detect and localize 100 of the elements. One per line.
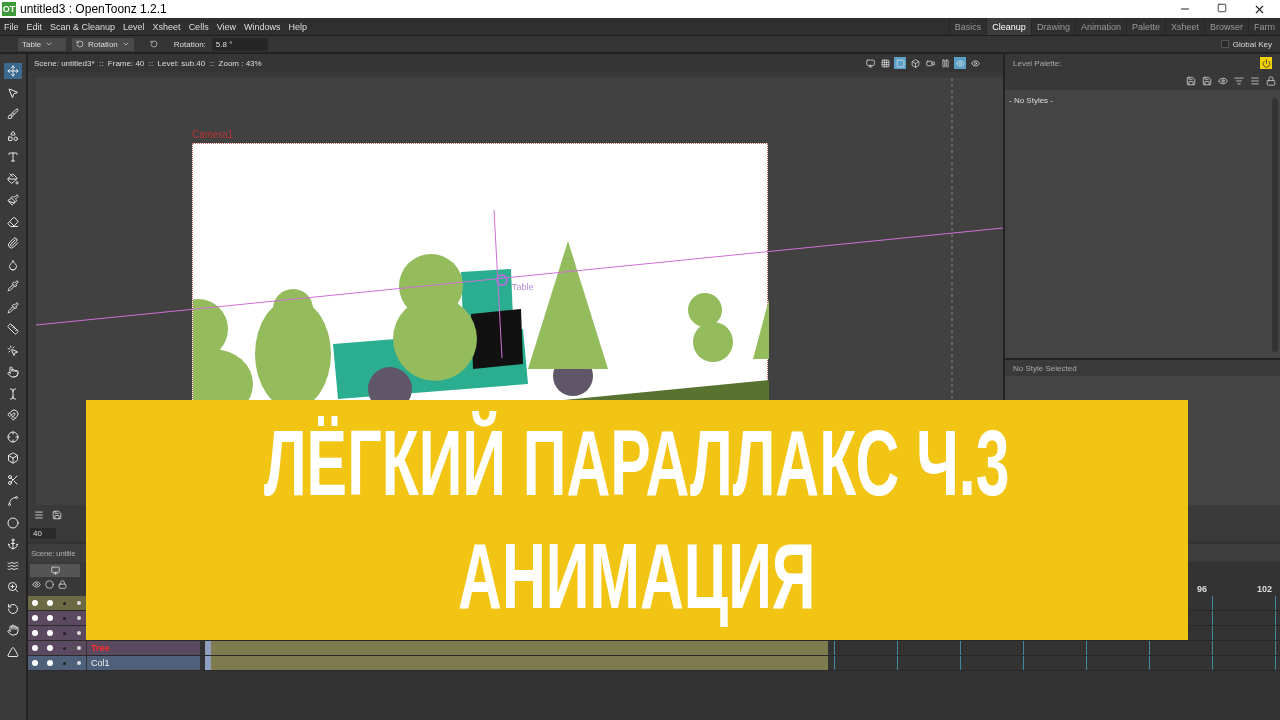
room-tab[interactable]: Palette: [1125, 18, 1165, 35]
menu-item[interactable]: Scan & Cleanup: [46, 21, 120, 32]
banner-title: ЛЁГКИЙ ПАРАЛЛАКС Ч.3: [264, 410, 1010, 516]
frame-field[interactable]: 40: [30, 527, 56, 539]
box-icon: [7, 452, 19, 464]
layer-name: Col1: [90, 658, 110, 668]
menu-item[interactable]: Edit: [22, 21, 47, 32]
viewer-button[interactable]: [879, 57, 891, 69]
global-key-label: Global Key: [1232, 39, 1272, 49]
power-button[interactable]: [1260, 57, 1272, 69]
caret-icon: [45, 40, 54, 48]
brush-icon: [7, 108, 19, 120]
tool-button[interactable]: [4, 428, 22, 445]
rotation-label: Rotation:: [173, 39, 206, 49]
eraser-icon: [7, 215, 19, 228]
anchor-icon: [7, 538, 19, 550]
layer-name: Tree: [90, 643, 110, 653]
menu-icon[interactable]: [1250, 76, 1260, 86]
room-tab[interactable]: Cleanup: [986, 18, 1031, 35]
viewer-button[interactable]: [969, 57, 981, 69]
menu-item[interactable]: Xsheet: [148, 21, 185, 32]
tool-button[interactable]: [4, 170, 22, 187]
tool-button[interactable]: [4, 514, 22, 531]
viewer-button[interactable]: [939, 57, 951, 69]
cell-strip[interactable]: [205, 656, 828, 670]
camera-icon: [925, 58, 935, 68]
global-key-checkbox[interactable]: [1220, 40, 1229, 48]
menu-item[interactable]: Help: [284, 21, 312, 32]
spline-icon: [7, 495, 19, 507]
save-icon[interactable]: [1202, 76, 1212, 86]
zoom-icon: [7, 581, 19, 593]
hand-icon: [7, 624, 19, 636]
layer-name-cell[interactable]: Col1: [86, 656, 200, 670]
pointer-icon: [7, 344, 19, 357]
scene-label: Scene: untitle: [31, 548, 76, 558]
object-dropdown[interactable]: Table: [18, 37, 66, 51]
room-tab[interactable]: Farm: [1248, 18, 1280, 35]
list-icon[interactable]: [1234, 76, 1244, 86]
rotate-icon: [76, 40, 84, 48]
layer-header[interactable]: [28, 596, 86, 610]
room-tab[interactable]: Xsheet: [1164, 18, 1204, 35]
crosshair-icon: [7, 430, 19, 443]
layer-header[interactable]: [28, 626, 86, 640]
layer-header[interactable]: [28, 641, 86, 655]
mode-dropdown[interactable]: Rotation: [72, 37, 134, 51]
layer-header[interactable]: [28, 611, 86, 625]
tool-button[interactable]: [4, 106, 22, 122]
room-tab[interactable]: Browser: [1204, 18, 1248, 35]
pause-icon: [940, 58, 950, 68]
empty-styles-text: - No Styles -: [1009, 96, 1053, 107]
grid-icon: [880, 58, 890, 68]
menu-item[interactable]: File: [0, 21, 23, 32]
menu-item[interactable]: View: [212, 21, 240, 32]
app-logo: OT: [2, 2, 16, 16]
paintbrush-icon: [7, 194, 19, 206]
type-icon: [7, 151, 19, 163]
tool-button[interactable]: [4, 407, 22, 423]
layer-header[interactable]: [28, 656, 86, 670]
tool-button[interactable]: [4, 622, 22, 638]
drop-icon: [7, 258, 19, 271]
palette-title: Level Palette:: [1013, 58, 1062, 68]
rotation-field[interactable]: 5.8 °: [211, 37, 268, 51]
move-icon: [7, 65, 19, 77]
bucket-icon: [7, 172, 19, 185]
banner-title: АНИМАЦИЯ: [458, 524, 816, 629]
viewer-button[interactable]: [909, 57, 921, 69]
lock-icon[interactable]: [1266, 76, 1276, 86]
room-tab[interactable]: Drawing: [1030, 18, 1075, 35]
viewer-info: Scene: untitled3* :: Frame: 40 :: Level: sub.40 :: Zoom : 43%: [34, 58, 262, 68]
monitor-icon: [865, 58, 875, 68]
tool-button[interactable]: [4, 321, 22, 337]
menu-item[interactable]: Windows: [240, 21, 285, 32]
window-title: untitled3 : OpenToonz 1.2.1: [20, 2, 167, 16]
room-tab[interactable]: Animation: [1074, 18, 1126, 35]
pipette-icon: [7, 280, 19, 292]
shapes-icon: [7, 129, 19, 142]
eye-icon: [955, 58, 965, 68]
eye-icon[interactable]: [1218, 76, 1228, 86]
menu-icon[interactable]: [34, 510, 44, 520]
eye-icon: [970, 58, 980, 68]
square-icon: [895, 58, 905, 68]
eye-icon: [32, 580, 41, 589]
circle-icon: [7, 516, 19, 529]
layout-toggle-button[interactable]: [30, 564, 80, 577]
viewer-button[interactable]: [864, 57, 876, 69]
tool-button[interactable]: [4, 63, 22, 79]
table-label: Table: [512, 282, 534, 292]
cursor-icon: [7, 387, 19, 400]
menu-item[interactable]: Level: [119, 21, 149, 32]
tool-button[interactable]: [4, 364, 22, 380]
tool-button[interactable]: [4, 192, 22, 208]
caret-icon: [121, 40, 130, 48]
maximize-icon[interactable]: [1217, 2, 1227, 13]
scissors-icon: [7, 473, 19, 486]
menu-item[interactable]: Cells: [184, 21, 213, 32]
magnet-icon: [7, 409, 19, 421]
lock-icon: [58, 580, 67, 589]
save-icon[interactable]: [52, 510, 62, 520]
cell-strip[interactable]: [205, 641, 828, 655]
save-icon[interactable]: [1186, 76, 1196, 86]
